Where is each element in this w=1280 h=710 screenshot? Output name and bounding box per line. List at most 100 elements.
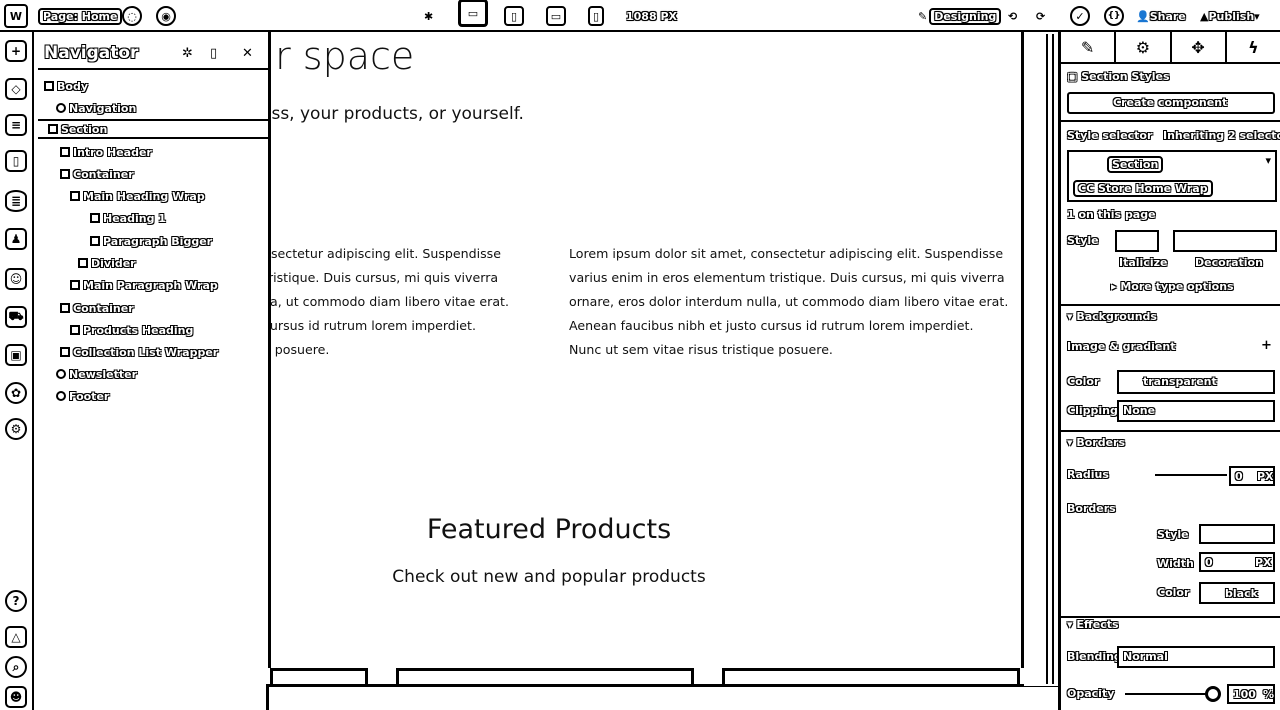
webflow-logo[interactable]: W [4,4,28,28]
chevron-down-icon: ▾ [1254,9,1260,23]
selector-chip-section[interactable]: Section [1107,156,1164,173]
settings-gear-icon[interactable]: ⚙ [5,418,27,440]
tab-style-manager-icon[interactable]: ✥ [1172,32,1227,62]
borders-header[interactable]: ▾ Borders [1067,436,1125,449]
divider [1061,304,1280,306]
effects-header[interactable]: ▾ Effects [1067,618,1119,631]
border-color-field[interactable]: black [1199,582,1275,604]
image-gradient-label: Image & gradient [1067,340,1176,353]
nav-item-collection-list-wrapper[interactable]: Collection List Wrapper [60,342,218,362]
radius-label: Radius [1067,468,1109,481]
redo-icon[interactable]: ⟳ [1036,5,1045,27]
collapse-all-icon[interactable]: ✲ [182,46,193,61]
symbols-cube-icon[interactable]: ◇ [5,78,27,100]
close-icon[interactable]: ✕ [242,46,253,61]
canvas-footer-edge [266,684,1062,710]
selector-chip-cc-store[interactable]: CC Store Home Wrap [1073,180,1213,197]
nav-item-divider[interactable]: Divider [78,253,136,273]
clipping-select[interactable]: None [1117,400,1275,422]
pin-icon[interactable]: ▯ [210,46,217,61]
tab-style-brush-icon[interactable]: ✎ [1061,32,1117,62]
nav-item-intro-header[interactable]: Intro Header [60,142,152,162]
tablet-breakpoint-icon[interactable]: ▯ [504,5,524,27]
tab-interactions-bolt-icon[interactable]: ϟ [1227,32,1280,62]
add-elements-icon[interactable]: + [5,40,27,62]
opacity-input[interactable]: 100 % [1227,684,1275,704]
nav-item-main-heading-wrap[interactable]: Main Heading Wrap [70,186,205,206]
ecommerce-cart-icon[interactable]: ⛟ [5,306,27,328]
decoration-label: Decoration [1195,256,1263,269]
left-toolbar: + ◇ ≡ ▯ ≣ ♟ ☺ ⛟ ▣ ✿ ⚙ ? △ ⌕ ☻ [0,32,34,710]
style-panel: ✎ ⚙ ✥ ϟ ▢ Section Styles Create componen… [1058,32,1280,710]
backgrounds-header[interactable]: ▾ Backgrounds [1067,310,1157,323]
undo-icon[interactable]: ⟲ [1008,5,1017,27]
members-icon[interactable]: ☺ [5,268,27,290]
nav-item-footer[interactable]: Footer [56,386,109,406]
style-label: Style [1067,234,1099,247]
mode-designing-button[interactable]: ✎ Designing [918,5,1002,27]
nav-item-heading-1[interactable]: Heading 1 [90,208,166,228]
navigator-layers-icon[interactable]: ≡ [5,114,27,136]
scrollbar-track[interactable] [1046,34,1054,684]
nav-item-container-2[interactable]: Container [60,298,134,318]
opacity-slider-handle[interactable] [1205,686,1221,702]
apps-icon[interactable]: ✿ [5,382,27,404]
opacity-slider-track[interactable] [1125,693,1213,695]
page-selector[interactable]: Page: Home [38,5,123,27]
borders-label: Borders [1067,502,1116,515]
hero-heading: ur space [271,34,415,78]
mobile-portrait-breakpoint-icon[interactable]: ▯ [588,5,604,27]
featured-products-subtitle: Check out new and popular products [392,567,706,587]
selector-field[interactable]: Section CC Store Home Wrap ▾ [1067,150,1277,202]
preview-eye-icon[interactable]: ◉ [156,5,176,27]
mobile-landscape-breakpoint-icon[interactable]: ▭ [546,5,566,27]
nav-item-navigation[interactable]: Navigation [56,98,136,118]
search-icon[interactable]: ⌕ [5,656,27,678]
navigator-header: Navigator ✲ ▯ ✕ [38,38,268,70]
collaborators-icon[interactable]: ☻ [5,686,27,708]
tutorials-icon[interactable]: △ [5,626,27,648]
nav-item-newsletter[interactable]: Newsletter [56,364,137,384]
audit-check-icon[interactable]: ✓ [1070,5,1090,27]
nav-item-section-selected[interactable]: Section [38,119,268,139]
assets-image-icon[interactable]: ▣ [5,344,27,366]
publish-button[interactable]: ▲ Publish ▾ [1200,5,1260,27]
decoration-toggle[interactable] [1173,230,1277,252]
chevron-down-icon[interactable]: ▾ [1265,154,1271,167]
nav-item-body[interactable]: Body [44,76,88,96]
nav-item-products-heading[interactable]: Products Heading [70,320,193,340]
share-button[interactable]: 👤 Share [1136,5,1186,27]
background-color-field[interactable]: transparent [1117,370,1275,394]
hero-subtitle: ess, your products, or yourself. [268,104,524,124]
breakpoint-star-icon[interactable]: ✱ [424,5,433,27]
add-background-icon[interactable]: + [1261,338,1272,353]
users-icon[interactable]: ♟ [5,228,27,250]
canvas-width-readout: 1088 PX [626,9,677,23]
italic-toggle[interactable] [1115,230,1159,252]
design-canvas[interactable]: ur space ess, your products, or yourself… [268,32,1024,668]
more-type-options-link[interactable]: ▸ More type options [1111,280,1234,293]
nav-item-container[interactable]: Container [60,164,134,184]
blending-select[interactable]: Normal [1117,646,1275,668]
divider [1061,430,1280,432]
help-icon[interactable]: ? [5,590,27,612]
pages-icon[interactable]: ▯ [5,150,27,172]
canvas-scrollbar[interactable] [1024,32,1058,686]
desktop-breakpoint-icon[interactable]: ▭ [458,0,488,27]
create-component-button[interactable]: Create component [1067,92,1275,114]
code-export-icon[interactable]: {} [1104,5,1124,27]
border-width-input[interactable]: 0 PX [1199,552,1275,572]
top-toolbar: W Page: Home ◌ ◉ ✱ ▭ ▯ ▭ ▯ 1088 PX ✎ Desi… [0,0,1280,32]
radius-slider-track[interactable] [1155,474,1227,476]
section-styles-label: ▢ Section Styles [1067,70,1170,83]
tab-settings-gear-icon[interactable]: ⚙ [1116,32,1172,62]
blending-label: Blending [1067,650,1122,663]
nav-item-main-paragraph-wrap[interactable]: Main Paragraph Wrap [70,275,218,295]
inheriting-selectors-link[interactable]: Inheriting 2 selectors [1163,129,1280,142]
cms-database-icon[interactable]: ≣ [5,190,27,212]
border-style-toggles[interactable] [1199,524,1275,544]
on-page-count: 1 on this page [1067,208,1156,221]
nav-item-paragraph-bigger[interactable]: Paragraph Bigger [90,231,212,251]
comments-icon[interactable]: ◌ [122,5,142,27]
radius-input[interactable]: 0 PX [1229,466,1275,486]
